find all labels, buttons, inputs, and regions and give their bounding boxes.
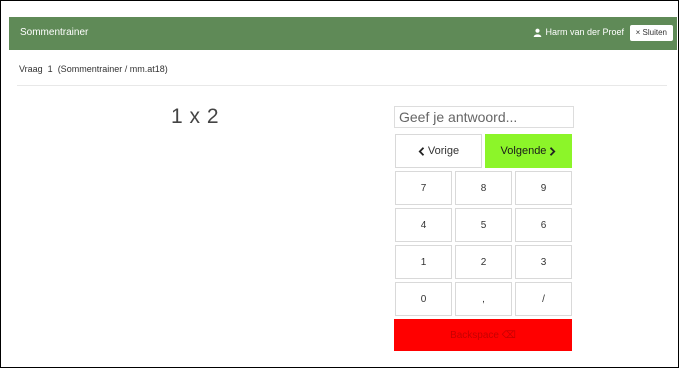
app-window: Sommentrainer Harm van der Proef × Sluit…	[0, 0, 679, 368]
answer-input[interactable]	[394, 106, 574, 128]
key-7[interactable]: 7	[395, 171, 452, 205]
breadcrumb: Vraag 1 (Sommentrainer / mm.at18)	[19, 64, 168, 74]
user-icon	[534, 28, 542, 37]
user-menu[interactable]: Harm van der Proef	[533, 27, 624, 37]
next-label: Volgende	[500, 145, 547, 157]
prev-button[interactable]: Vorige	[395, 134, 482, 168]
key-0[interactable]: 0	[395, 282, 452, 316]
key-3[interactable]: 3	[515, 245, 572, 279]
question-text: 1 x 2	[171, 105, 220, 128]
app-title: Sommentrainer	[20, 27, 89, 38]
key-1[interactable]: 1	[395, 245, 452, 279]
key-slash[interactable]: /	[515, 282, 572, 316]
key-comma[interactable]: ,	[455, 282, 512, 316]
top-bar: Sommentrainer Harm van der Proef × Sluit…	[9, 17, 677, 50]
key-5[interactable]: 5	[455, 208, 512, 242]
close-button[interactable]: × Sluiten	[629, 25, 673, 41]
backspace-button[interactable]: Backspace ⌫	[394, 319, 572, 351]
key-9[interactable]: 9	[515, 171, 572, 205]
chevron-right-icon	[550, 146, 556, 156]
prev-label: Vorige	[427, 145, 460, 157]
key-2[interactable]: 2	[455, 245, 512, 279]
chevron-left-icon	[418, 146, 425, 156]
divider	[17, 85, 667, 86]
key-8[interactable]: 8	[455, 171, 512, 205]
user-name: Harm van der Proef	[545, 27, 624, 37]
key-6[interactable]: 6	[515, 208, 572, 242]
key-4[interactable]: 4	[395, 208, 452, 242]
next-button[interactable]: Volgende	[485, 134, 572, 168]
